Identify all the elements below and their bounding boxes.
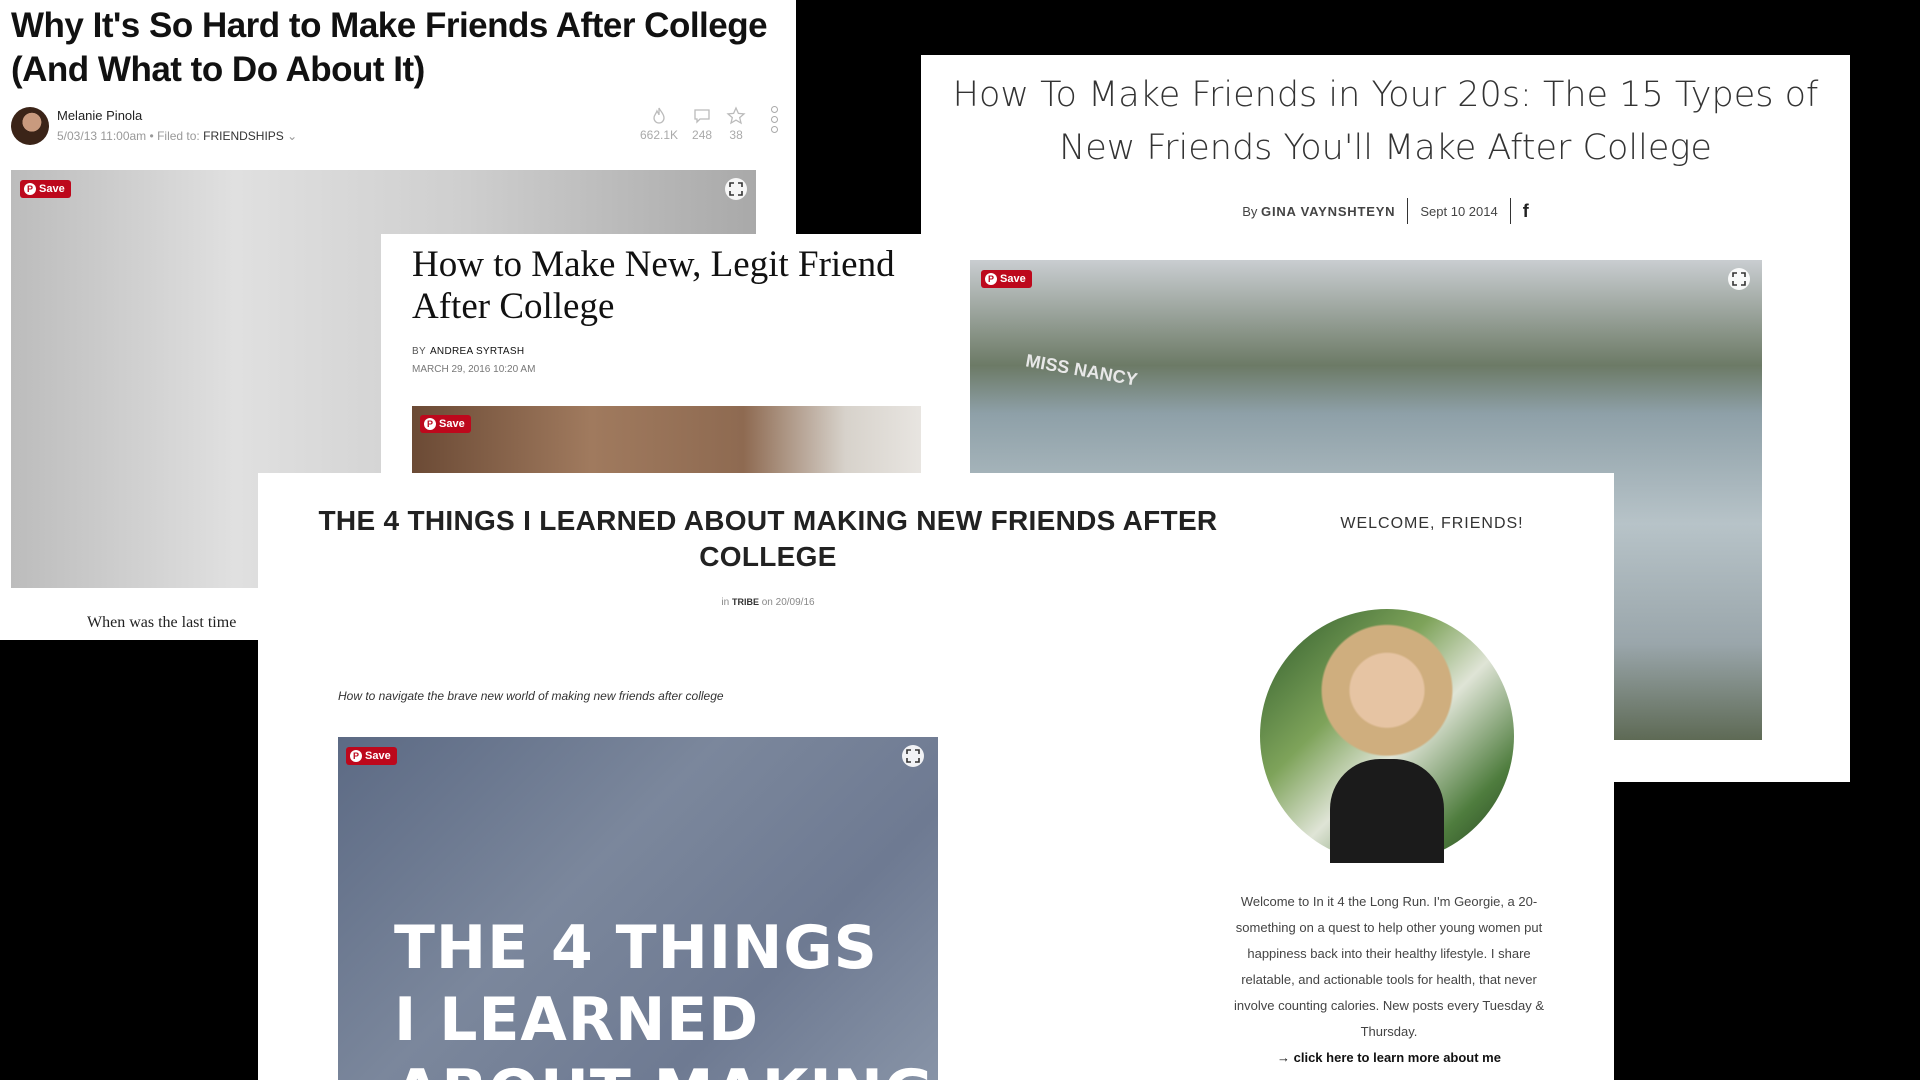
article-title: Why It's So Hard to Make Friends After C… [11,6,768,89]
pinterest-save-button[interactable]: P Save [20,180,71,198]
more-options-icon[interactable] [771,106,778,133]
stars-stat[interactable]: 38 [726,106,746,142]
save-label: Save [1000,273,1026,285]
comment-icon [694,109,710,124]
on-label: on [761,597,773,608]
expand-icon[interactable] [1728,268,1750,290]
save-label: Save [39,183,65,195]
post-stats: 662.1K 248 38 [640,106,746,142]
article-title: How To Make Friends in Your 20s: The 15 … [952,75,1819,168]
sidebar-heading: WELCOME, FRIENDS! [1340,515,1524,532]
by-label: By [1242,203,1258,219]
article-lede: When was the last time [87,614,237,631]
author-name[interactable]: Melanie Pinola [57,108,142,123]
post-date: Sept 10 2014 [1420,203,1498,219]
in-label: in [721,597,730,608]
boat-name: MISS NANCY [1024,350,1139,390]
pinterest-save-button[interactable]: P Save [346,747,397,765]
article-excerpt: How to navigate the brave new world of m… [338,689,724,703]
filed-label: Filed to: [157,129,200,143]
author-name[interactable]: GINA VAYNSHTEYN [1261,204,1395,219]
byline: By GINA VAYNSHTEYN Sept 10 2014 f [921,198,1850,224]
save-label: Save [439,418,465,430]
flame-icon [653,107,665,124]
pinterest-icon: P [985,273,997,285]
article-title: THE 4 THINGS I LEARNED ABOUT MAKING NEW … [318,505,1218,572]
star-icon [726,106,746,125]
category-link[interactable]: TRIBE [732,597,759,607]
expand-icon[interactable] [902,745,924,767]
author-avatar [11,107,49,145]
post-date: MARCH 29, 2016 10:20 AM [412,364,536,375]
save-label: Save [365,750,391,762]
pinterest-icon: P [350,750,362,762]
post-meta: in TRIBE on 20/09/16 [258,597,1278,608]
expand-icon[interactable] [725,178,747,200]
pinterest-save-button[interactable]: P Save [981,270,1032,288]
post-meta: 5/03/13 11:00am • Filed to: FRIENDSHIPS … [57,129,297,143]
category-link[interactable]: FRIENDSHIPS [203,129,284,143]
pinterest-save-button[interactable]: P Save [420,415,471,433]
meta-dot: • [149,129,158,143]
views-stat: 662.1K [640,106,678,142]
author-name[interactable]: ANDREA SYRTASH [430,346,524,357]
post-date: 5/03/13 11:00am [57,129,147,143]
image-overlay-text: THE 4 THINGS I LEARNED ABOUT MAKING [394,912,934,1080]
views-count: 662.1K [640,128,679,142]
pinterest-icon: P [424,418,436,430]
facebook-icon[interactable]: f [1523,201,1529,222]
overlay-line: THE 4 THINGS [394,913,878,983]
comments-count: 248 [692,128,713,142]
stars-count: 38 [729,128,743,142]
about-me-link[interactable]: → click here to learn more about me [1224,1050,1554,1065]
article-screenshot-blog: THE 4 THINGS I LEARNED ABOUT MAKING NEW … [258,473,1614,1080]
pinterest-icon: P [24,183,36,195]
article-title: How to Make New, Legit Friend After Coll… [412,244,895,327]
overlay-line: I LEARNED [394,985,760,1055]
by-label: BY [412,346,426,357]
byline: BY ANDREA SYRTASH [412,346,524,357]
author-line: By GINA VAYNSHTEYN [1242,204,1395,219]
overlay-line: ABOUT MAKING [394,1056,934,1080]
chevron-down-icon[interactable]: ⌄ [287,129,297,143]
divider [1509,198,1511,224]
comments-stat[interactable]: 248 [692,106,712,142]
about-text: Welcome to In it 4 the Long Run. I'm Geo… [1234,894,1544,1039]
author-portrait [1260,609,1514,863]
post-date: 20/09/16 [775,597,815,608]
article-image: P Save THE 4 THINGS I LEARNED ABOUT MAKI… [338,737,938,1080]
divider [1407,198,1409,224]
